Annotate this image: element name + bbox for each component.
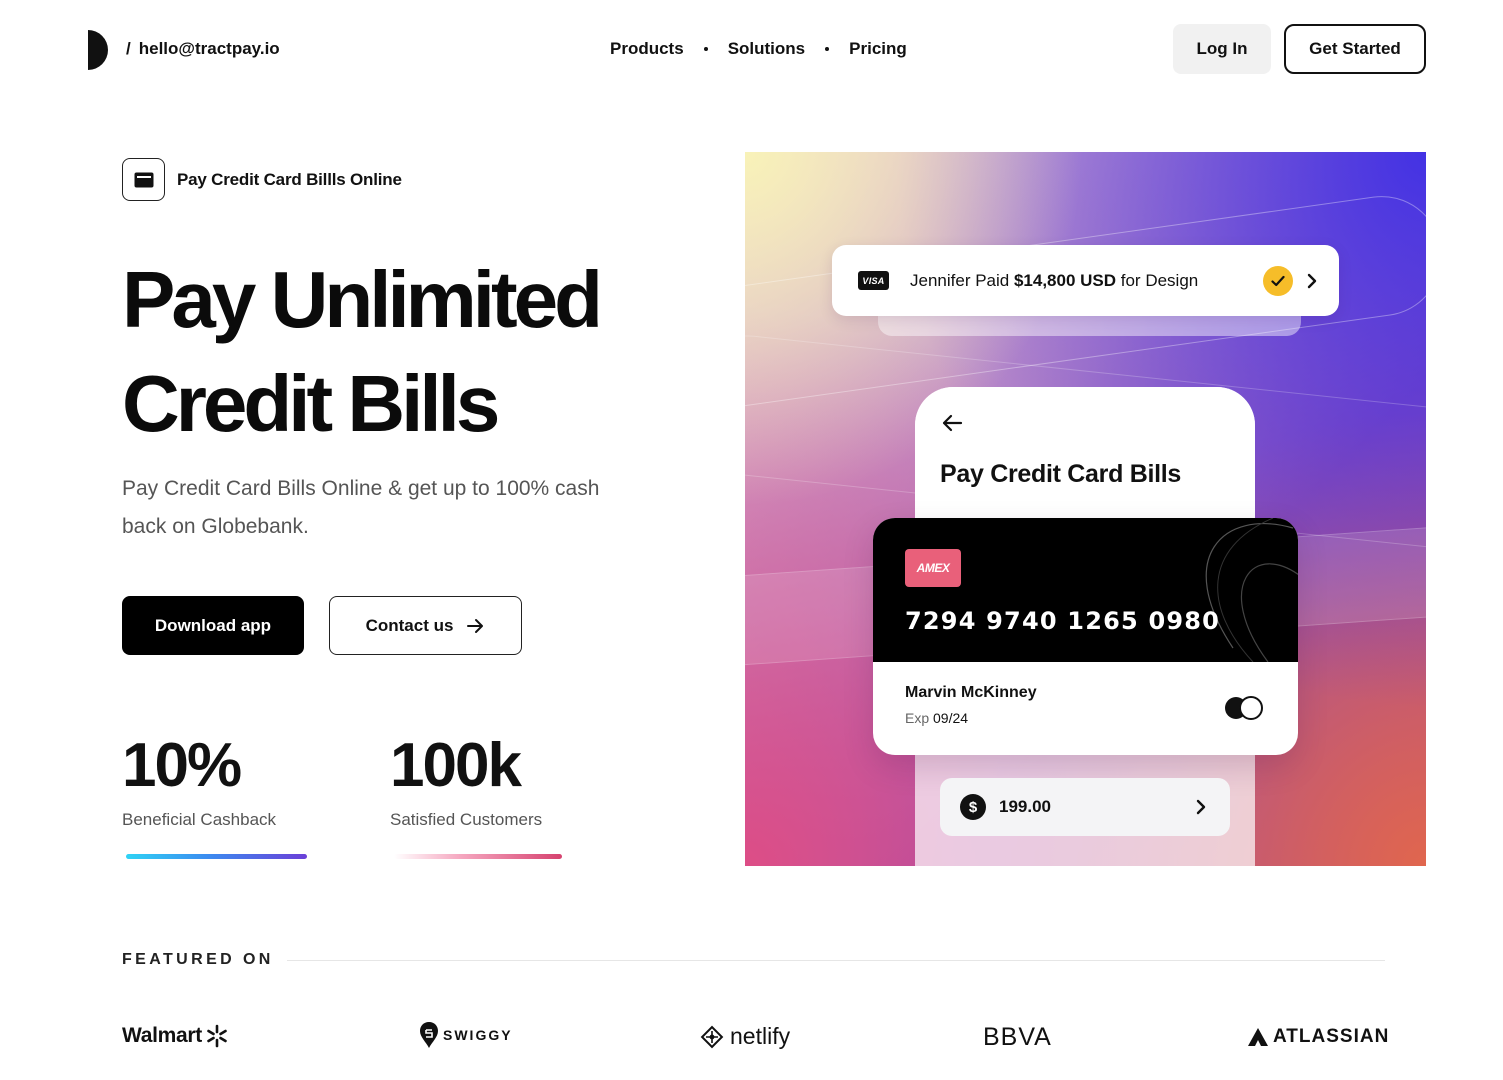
featured-divider	[287, 960, 1385, 961]
swiggy-pin-icon	[420, 1022, 438, 1048]
stat-value: 10%	[122, 731, 242, 800]
contact-email[interactable]: / hello@tractpay.io	[126, 39, 280, 59]
netlify-wordmark: netlify	[730, 1023, 791, 1049]
check-icon	[1263, 265, 1293, 296]
download-app-button[interactable]: Download app	[122, 596, 304, 655]
nav-pricing[interactable]: Pricing	[849, 39, 907, 59]
nav-solutions[interactable]: Solutions	[728, 39, 805, 59]
netlify-logo[interactable]: netlify	[700, 1023, 790, 1050]
amount-selector[interactable]: $ 199.00	[940, 778, 1230, 836]
hero-visual: VISA Jennifer Paid $14,800 USD for Desig…	[745, 152, 1426, 866]
featured-logos: Walmart SWIGGY netlify BBVA ATLASSIAN	[0, 1018, 1503, 1058]
card-expiry: Exp 09/24	[905, 710, 968, 726]
stat-cashback: 10% Beneficial Cashback	[122, 730, 276, 830]
amount-value: 199.00	[999, 797, 1051, 816]
headline-line-2: Credit Bills	[122, 359, 500, 448]
get-started-button[interactable]: Get Started	[1284, 24, 1426, 74]
phone-screen-title: Pay Credit Card Bills	[940, 460, 1182, 488]
card-decoration	[1205, 518, 1298, 662]
card-expiry-value: 09/24	[933, 710, 969, 726]
card-expiry-label: Exp	[905, 710, 930, 726]
walmart-wordmark: Walmart	[122, 1024, 202, 1047]
stat-cashback-bar	[126, 854, 307, 859]
card-number: 7294 9740 1265 0980	[905, 607, 1221, 635]
bbva-logo[interactable]: BBVA	[983, 1023, 1052, 1052]
email-link[interactable]: hello@tractpay.io	[139, 39, 280, 58]
phone-header	[915, 387, 1255, 527]
headline-line-1: Pay Unlimited	[122, 255, 603, 344]
payment-notification[interactable]: VISA Jennifer Paid $14,800 USD for Desig…	[832, 245, 1339, 316]
visa-icon: VISA	[858, 271, 889, 290]
stat-label: Beneficial Cashback	[122, 810, 277, 829]
stat-label: Satisfied Customers	[390, 810, 543, 829]
tagline-text: Pay Credit Card Billls Online	[177, 169, 402, 189]
notification-prefix: Jennifer Paid	[910, 270, 1014, 290]
arrow-right-icon	[467, 618, 484, 633]
stat-customers-bar	[394, 854, 562, 859]
walmart-logo[interactable]: Walmart	[122, 1024, 229, 1048]
contact-us-label: Contact us	[365, 615, 454, 635]
arrow-left-icon[interactable]	[941, 414, 963, 432]
hero-tagline: Pay Credit Card Billls Online	[122, 158, 402, 201]
credit-card[interactable]: AMEX 7294 9740 1265 0980 Marvin McKinney…	[873, 518, 1298, 755]
nav-separator	[703, 47, 708, 51]
nav-separator	[825, 47, 830, 51]
notification-amount: $14,800 USD	[1013, 270, 1117, 290]
stat-customers: 100k Satisfied Customers	[390, 730, 542, 830]
featured-label: FEATURED ON	[122, 951, 274, 968]
walmart-spark-icon	[207, 1024, 227, 1048]
netlify-icon	[700, 1025, 724, 1048]
mastercard-icon	[1225, 696, 1263, 720]
wallet-icon	[122, 158, 165, 201]
stat-value: 100k	[390, 731, 522, 800]
dollar-icon: $	[960, 794, 986, 820]
nav-products[interactable]: Products	[610, 39, 684, 59]
site-header: / hello@tractpay.io Products Solutions Pr…	[0, 0, 1503, 100]
contact-us-button[interactable]: Contact us	[329, 596, 522, 655]
login-button[interactable]: Log In	[1173, 24, 1271, 74]
notification-suffix: for Design	[1116, 270, 1199, 290]
hero-subtitle: Pay Credit Card Bills Online & get up to…	[122, 477, 600, 538]
hero-headline: Pay Unlimited Credit Bills	[122, 248, 603, 456]
swiggy-wordmark: SWIGGY	[443, 1027, 513, 1043]
notification-text: Jennifer Paid $14,800 USD for Design	[910, 271, 1263, 291]
atlassian-icon	[1248, 1028, 1268, 1046]
bbva-wordmark: BBVA	[983, 1023, 1052, 1051]
card-front: AMEX 7294 9740 1265 0980	[873, 518, 1298, 662]
swiggy-logo[interactable]: SWIGGY	[420, 1022, 513, 1048]
main-nav: Products Solutions Pricing	[610, 39, 907, 59]
atlassian-logo[interactable]: ATLASSIAN	[1248, 1026, 1389, 1048]
atlassian-wordmark: ATLASSIAN	[1273, 1026, 1390, 1047]
card-holder-name: Marvin McKinney	[905, 684, 1037, 701]
amex-icon: AMEX	[905, 549, 961, 587]
logo-icon[interactable]	[86, 30, 108, 70]
email-separator: /	[126, 39, 131, 58]
chevron-right-icon[interactable]	[1196, 799, 1206, 815]
chevron-right-icon[interactable]	[1307, 273, 1317, 289]
